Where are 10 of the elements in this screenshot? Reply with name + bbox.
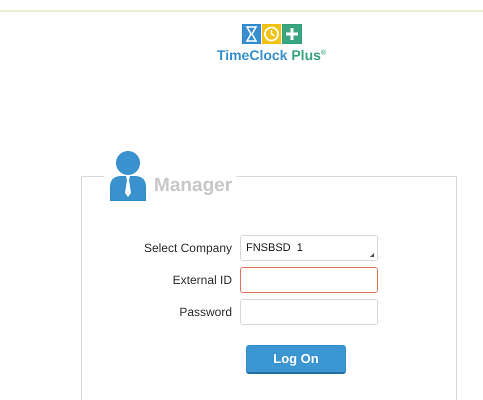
logo-icon [242,24,302,44]
field-label: Password [178,305,232,319]
password-field[interactable] [240,299,378,325]
input-field[interactable] [240,267,378,293]
field-label: Select Company [142,241,232,255]
caret-icon [370,253,374,257]
person-icon [108,151,148,201]
company-select[interactable]: FNSBSD 1 [240,235,378,261]
brand-name: TimeClock Plus$^{®}$ [216,47,326,63]
field-label: External ID [172,273,232,287]
